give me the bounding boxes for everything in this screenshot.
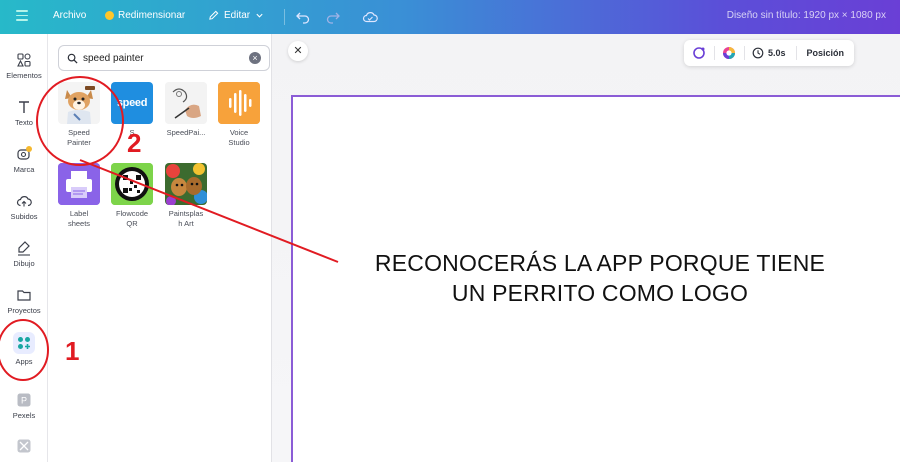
step-number-2: 2	[127, 128, 142, 158]
highlight-circle-apps	[0, 319, 49, 381]
step-number-1: 1	[65, 336, 80, 366]
annotation-overlay	[0, 76, 339, 381]
annotation-line: RECONOCERÁS LA APP PORQUE TIENE	[374, 250, 826, 276]
highlight-circle-speed-painter	[36, 76, 124, 166]
annotation-text: RECONOCERÁS LA APP PORQUE TIENE UN PERRI…	[320, 248, 880, 308]
pointer-line	[79, 159, 339, 263]
annotation-line: UN PERRITO COMO LOGO	[451, 280, 749, 306]
